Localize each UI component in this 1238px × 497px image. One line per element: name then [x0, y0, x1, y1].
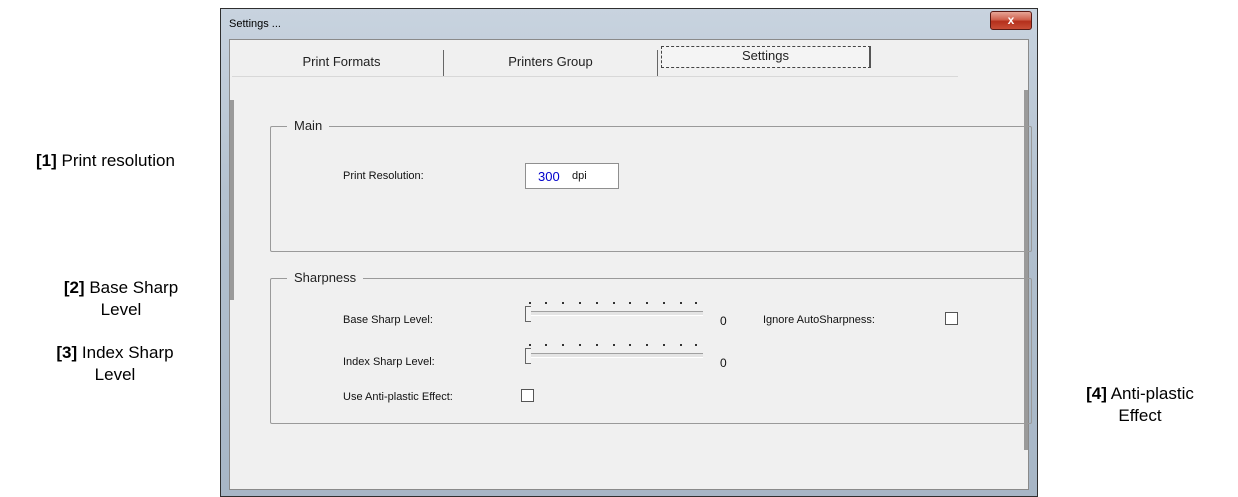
- print-resolution-label: Print Resolution:: [343, 170, 424, 182]
- annotation-3-text: Index Sharp: [81, 343, 174, 362]
- annotation-2: [2] Base Sharp Level: [36, 277, 206, 321]
- window-title: Settings ...: [229, 18, 281, 30]
- base-sharp-label: Base Sharp Level:: [343, 314, 433, 326]
- ignore-autosharpness-checkbox[interactable]: [945, 312, 958, 325]
- annotation-1: [1] Print resolution: [36, 150, 175, 172]
- index-sharp-slider[interactable]: [523, 343, 703, 365]
- tab-printers-group[interactable]: Printers Group: [444, 50, 658, 76]
- base-sharp-thumb[interactable]: [525, 306, 531, 322]
- annotation-4-number: [4]: [1086, 384, 1107, 403]
- base-sharp-slider[interactable]: [523, 301, 703, 323]
- settings-dialog: Settings ... x Print Formats Printers Gr…: [220, 8, 1038, 497]
- annotation-4-text: Anti-plastic: [1110, 384, 1194, 403]
- annotation-4: [4] Anti-plastic Effect: [1070, 383, 1210, 427]
- annotation-1-text: Print resolution: [61, 151, 175, 170]
- annotation-2-text: Base Sharp: [89, 278, 179, 297]
- annotation-3-text-line2: Level: [94, 365, 136, 384]
- ignore-autosharpness-label: Ignore AutoSharpness:: [763, 314, 875, 326]
- tab-strip: Print Formats Printers Group Settings: [240, 46, 880, 76]
- tab-settings[interactable]: Settings: [661, 46, 871, 68]
- tab-divider: [232, 76, 958, 77]
- sharpness-group-title: Sharpness: [287, 270, 364, 285]
- anti-plastic-checkbox[interactable]: [521, 389, 534, 402]
- base-sharp-ticks: [529, 302, 697, 308]
- index-sharp-thumb[interactable]: [525, 348, 531, 364]
- annotation-2-text-line2: Level: [100, 300, 142, 319]
- dialog-body: Print Formats Printers Group Settings Ma…: [229, 39, 1032, 490]
- print-resolution-unit: dpi: [572, 170, 587, 182]
- tab-print-formats[interactable]: Print Formats: [240, 50, 444, 76]
- index-sharp-label: Index Sharp Level:: [343, 356, 435, 368]
- index-sharp-ticks: [529, 344, 697, 350]
- base-sharp-track: [525, 311, 703, 316]
- print-resolution-value: 300: [538, 169, 560, 184]
- anti-plastic-label: Use Anti-plastic Effect:: [343, 391, 453, 403]
- print-resolution-field[interactable]: 300 dpi: [525, 163, 619, 189]
- annotation-3-number: [3]: [56, 343, 78, 362]
- annotation-3: [3] Index Sharp Level: [30, 342, 200, 386]
- title-bar[interactable]: Settings ... x: [221, 9, 1037, 39]
- index-sharp-value: 0: [720, 356, 727, 370]
- left-edge-bar: [230, 100, 234, 300]
- main-group-title: Main: [287, 118, 330, 133]
- index-sharp-track: [525, 353, 703, 358]
- main-group: Main Print Resolution: 300 dpi: [270, 118, 1032, 252]
- close-button[interactable]: x: [990, 11, 1032, 30]
- base-sharp-value: 0: [720, 314, 727, 328]
- annotation-1-number: [1]: [36, 151, 57, 170]
- annotation-2-number: [2]: [63, 278, 85, 297]
- close-icon: x: [1007, 13, 1015, 27]
- annotation-4-text-line2: Effect: [1118, 406, 1162, 425]
- sharpness-group: Sharpness Base Sharp Level: 0 Ignore Aut…: [270, 270, 1032, 424]
